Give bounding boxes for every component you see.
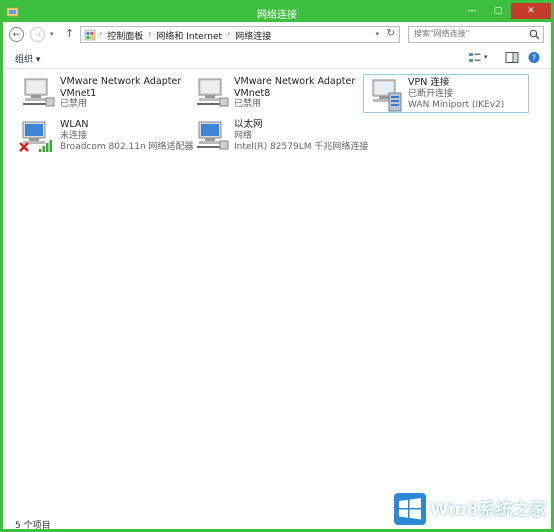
recent-locations-dropdown[interactable]: ▾: [50, 30, 54, 38]
arrow-left-icon: ←: [12, 29, 21, 40]
connection-item-vpn[interactable]: VPN 连接 已断开连接 WAN Miniport (IKEv2): [363, 74, 529, 113]
maximize-icon: ▢: [493, 6, 503, 16]
network-adapter-icon: [23, 78, 55, 107]
help-icon[interactable]: ?: [527, 51, 541, 64]
watermark-text: Win8系统之家: [430, 500, 547, 520]
connection-status: 未连接: [60, 130, 88, 141]
connection-name: VMware Network Adapter: [60, 76, 182, 87]
breadcrumb-control-panel[interactable]: 控制面板: [107, 29, 143, 42]
breadcrumb-separator[interactable]: ›: [148, 29, 151, 42]
explorer-window: 网络连接 — ▢ ✕ ← → ▾ ↑ › 控制面板 › 网络和 Internet…: [0, 0, 554, 532]
maximize-button[interactable]: ▢: [485, 3, 511, 19]
watermark: Win8系统之家: [388, 490, 550, 528]
breadcrumb-network-connections[interactable]: 网络连接: [235, 29, 271, 42]
connection-name: VPN 连接: [408, 77, 450, 88]
vpn-icon: [372, 79, 402, 112]
breadcrumb: › 控制面板 › 网络和 Internet › 网络连接: [99, 29, 271, 42]
arrow-right-icon: →: [33, 29, 42, 40]
svg-text:?: ?: [532, 54, 536, 63]
command-bar: 组织 ▾ ▾ ?: [3, 48, 551, 69]
minimize-button[interactable]: —: [459, 3, 485, 19]
address-dropdown[interactable]: ▾: [375, 30, 379, 38]
organize-button[interactable]: 组织 ▾: [15, 52, 40, 65]
connection-item-ethernet[interactable]: 以太网 网络 Intel(R) 82579LM 千兆网络连接: [190, 117, 368, 156]
preview-pane-icon[interactable]: [505, 51, 519, 64]
connection-item-wlan[interactable]: WLAN 未连接 Broadcom 802.11n 网络适配器: [16, 117, 194, 156]
network-adapter-icon: [197, 78, 229, 107]
connection-name: 以太网: [234, 119, 263, 130]
connection-item-vmnet8[interactable]: VMware Network Adapter VMnet8 已禁用: [190, 74, 356, 113]
refresh-icon: ↻: [386, 28, 395, 39]
search-box[interactable]: [408, 26, 544, 43]
windows-logo-icon: [394, 493, 426, 525]
connection-name: WLAN: [60, 119, 89, 130]
search-input[interactable]: [412, 28, 526, 39]
search-icon[interactable]: [529, 29, 540, 40]
connection-status: 网络: [234, 130, 253, 141]
chevron-down-icon: ▾: [50, 30, 54, 38]
arrow-up-icon: ↑: [65, 27, 75, 40]
connection-adapter-line: WAN Miniport (IKEv2): [408, 100, 505, 110]
up-button[interactable]: ↑: [65, 27, 74, 40]
connection-name: VMware Network Adapter: [234, 76, 356, 87]
minimize-icon: —: [467, 6, 477, 16]
control-panel-icon: [84, 29, 96, 41]
breadcrumb-separator[interactable]: ›: [227, 29, 230, 42]
address-bar[interactable]: › 控制面板 › 网络和 Internet › 网络连接 ▾ ↻: [80, 26, 400, 43]
refresh-button[interactable]: ↻: [387, 28, 395, 39]
connection-item-vmnet1[interactable]: VMware Network Adapter VMnet1 已禁用: [16, 74, 182, 113]
back-button[interactable]: ←: [9, 27, 24, 42]
wlan-icon: [19, 121, 52, 152]
title-bar[interactable]: 网络连接 — ▢ ✕: [3, 3, 551, 22]
connection-adapter-line: Broadcom 802.11n 网络适配器: [60, 142, 194, 152]
navigation-bar: ← → ▾ ↑ › 控制面板 › 网络和 Internet › 网络连接 ▾ ↻…: [3, 22, 551, 48]
ethernet-icon: [197, 121, 229, 150]
connection-adapter-line: VMnet8: [234, 87, 271, 99]
breadcrumb-network-internet[interactable]: 网络和 Internet: [156, 29, 222, 42]
close-button[interactable]: ✕: [511, 3, 551, 19]
connections-list: VMware Network Adapter VMnet1 已禁用 VMware…: [3, 69, 551, 509]
forward-button[interactable]: →: [30, 27, 45, 42]
connection-status: 已禁用: [234, 99, 262, 109]
connection-adapter-line: Intel(R) 82579LM 千兆网络连接: [234, 142, 369, 152]
close-icon: ✕: [527, 6, 535, 16]
connection-status: 已断开连接: [408, 88, 454, 99]
item-count: 5 个项目: [15, 521, 51, 531]
change-view-icon[interactable]: [468, 51, 482, 64]
breadcrumb-separator: ›: [99, 29, 103, 38]
view-options-dropdown[interactable]: ▾: [484, 53, 488, 61]
connection-status: 已禁用: [60, 99, 88, 109]
connection-adapter-line: VMnet1: [60, 87, 97, 99]
